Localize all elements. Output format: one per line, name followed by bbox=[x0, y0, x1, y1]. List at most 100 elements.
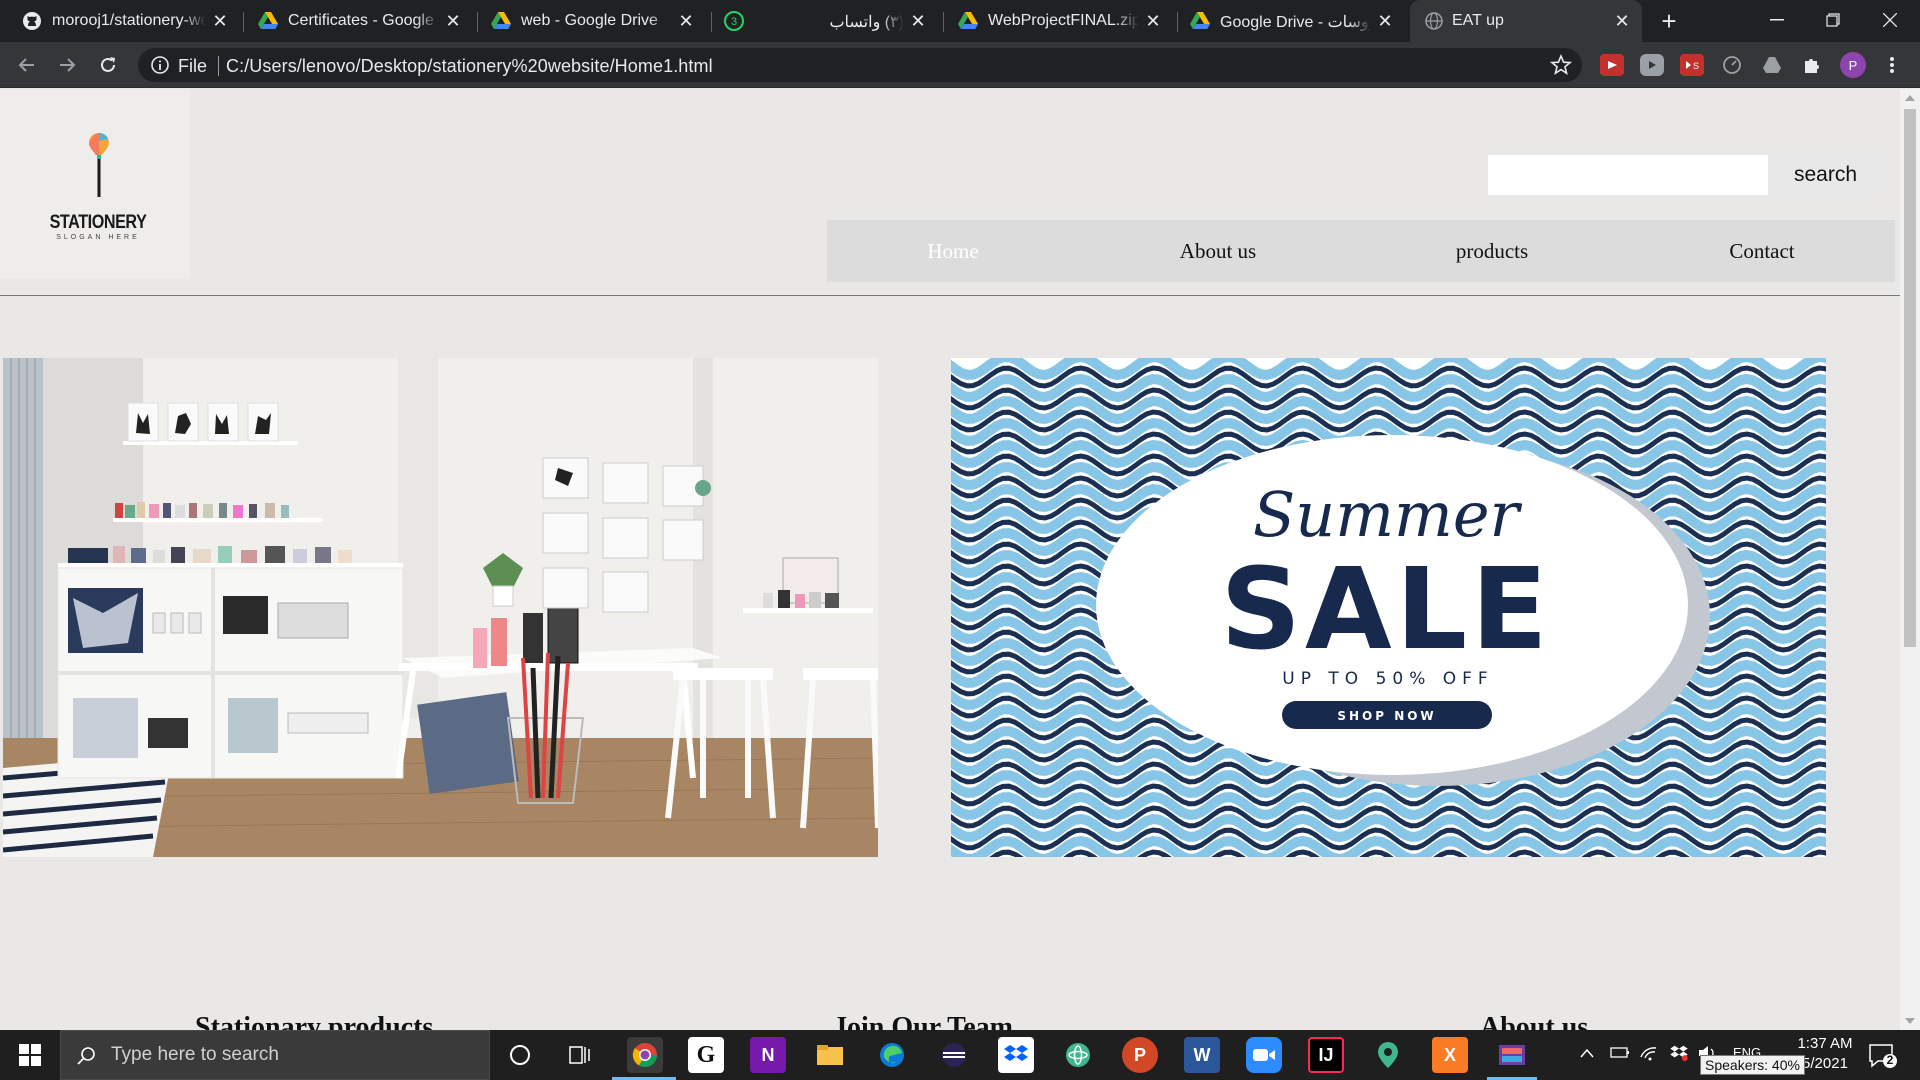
site-logo[interactable]: STATIONERY SLOGAN HERE bbox=[0, 89, 190, 279]
footer-heading-products: Stationary products bbox=[195, 1012, 434, 1030]
logo-name: STATIONERY bbox=[49, 212, 147, 233]
speed-extension-icon[interactable] bbox=[1720, 54, 1744, 76]
footer-heading-join: Join Our Team bbox=[833, 1012, 1013, 1030]
browser-tab[interactable]: morooj1/stationery-website ✕ bbox=[22, 0, 240, 42]
dropbox-tray-icon[interactable] bbox=[1670, 1045, 1688, 1064]
address-bar[interactable]: File C:/Users/lenovo/Desktop/stationery%… bbox=[138, 48, 1582, 82]
minimize-button[interactable] bbox=[1749, 0, 1805, 40]
tab-title: Certificates - Google Drive bbox=[288, 12, 439, 29]
eclipse-icon[interactable] bbox=[936, 1037, 972, 1073]
scroll-up-arrow-icon[interactable] bbox=[1905, 95, 1915, 101]
google-drive-icon bbox=[958, 11, 978, 31]
tab-close-icon[interactable]: ✕ bbox=[908, 11, 928, 31]
onenote-icon[interactable]: N bbox=[750, 1037, 786, 1073]
scroll-down-arrow-icon[interactable] bbox=[1905, 1018, 1915, 1024]
image-viewer-icon[interactable] bbox=[1494, 1037, 1530, 1073]
bookmark-star-icon[interactable] bbox=[1549, 53, 1573, 76]
nav-about-us[interactable]: About us bbox=[1118, 220, 1318, 282]
dropbox-icon[interactable] bbox=[998, 1037, 1034, 1073]
chrome-menu-icon[interactable] bbox=[1880, 54, 1904, 76]
address-url[interactable]: C:/Users/lenovo/Desktop/stationery%20web… bbox=[226, 56, 713, 77]
battery-icon[interactable] bbox=[1610, 1045, 1630, 1062]
tab-title: web - Google Drive bbox=[521, 12, 658, 29]
chrome-icon[interactable] bbox=[627, 1037, 663, 1073]
tab-close-icon[interactable]: ✕ bbox=[676, 11, 696, 31]
site-info-icon[interactable] bbox=[150, 55, 170, 75]
whatsapp-badge: 3 bbox=[731, 16, 737, 28]
google-drive-icon bbox=[1190, 11, 1210, 31]
extensions-puzzle-icon[interactable] bbox=[1800, 54, 1824, 76]
nav-home[interactable]: Home bbox=[853, 220, 1053, 282]
task-view-icon[interactable] bbox=[562, 1037, 598, 1073]
maps-pin-icon[interactable] bbox=[1370, 1037, 1406, 1073]
tab-title: WebProjectFINAL.zip - Google Drive bbox=[988, 12, 1139, 29]
store-photo bbox=[3, 358, 878, 857]
profile-avatar[interactable]: P bbox=[1840, 52, 1866, 78]
intellij-icon[interactable]: IJ bbox=[1308, 1037, 1344, 1073]
screenshot-extension-icon[interactable]: S bbox=[1680, 54, 1704, 76]
shop-now-label: SHOP NOW bbox=[1337, 709, 1436, 723]
tab-close-icon[interactable]: ✕ bbox=[443, 11, 463, 31]
atom-icon[interactable] bbox=[1060, 1037, 1096, 1073]
page-scrollbar[interactable] bbox=[1900, 89, 1920, 1030]
footer-heading-about: About us bbox=[1480, 1012, 1589, 1030]
tab-close-icon[interactable]: ✕ bbox=[1375, 11, 1395, 31]
logo-slogan: SLOGAN HERE bbox=[56, 234, 140, 241]
tab-title: (٣) واتساب bbox=[829, 14, 904, 31]
speaker-volume-tooltip: Speakers: 40% bbox=[1700, 1055, 1805, 1075]
tab-separator bbox=[477, 12, 478, 32]
video-extension-icon[interactable] bbox=[1640, 54, 1664, 76]
taskbar-search-box[interactable]: Type here to search bbox=[60, 1030, 490, 1080]
search-button[interactable]: search bbox=[1769, 155, 1882, 195]
action-center-icon[interactable]: 2 bbox=[1868, 1043, 1898, 1069]
tab-close-icon[interactable]: ✕ bbox=[1612, 11, 1632, 31]
xampp-icon[interactable]: X bbox=[1432, 1037, 1468, 1073]
tab-separator bbox=[243, 12, 244, 32]
browser-tab[interactable]: web - Google Drive ✕ bbox=[491, 0, 706, 42]
close-window-button[interactable] bbox=[1862, 0, 1918, 40]
grammarly-icon[interactable]: G bbox=[688, 1037, 724, 1073]
search-input[interactable] bbox=[1488, 155, 1768, 195]
tab-title: Google Drive - عروسات bbox=[1220, 14, 1371, 31]
browser-tab-strip: morooj1/stationery-website ✕ Certificate… bbox=[0, 0, 1920, 42]
word-icon[interactable]: W bbox=[1184, 1037, 1220, 1073]
edge-icon[interactable] bbox=[874, 1037, 910, 1073]
youtube-extension-icon[interactable] bbox=[1600, 54, 1624, 76]
nav-products[interactable]: products bbox=[1392, 220, 1592, 282]
google-drive-icon bbox=[258, 11, 278, 31]
globe-icon bbox=[1424, 11, 1444, 31]
zoom-icon[interactable] bbox=[1246, 1037, 1282, 1073]
browser-tab-active[interactable]: EAT up ✕ bbox=[1410, 0, 1642, 42]
file-explorer-icon[interactable] bbox=[812, 1037, 848, 1073]
taskbar-search-placeholder: Type here to search bbox=[111, 1044, 279, 1065]
drive-extension-icon[interactable] bbox=[1760, 54, 1784, 76]
tab-close-icon[interactable]: ✕ bbox=[210, 11, 230, 31]
browser-tab[interactable]: 3 (٣) واتساب ✕ bbox=[724, 0, 938, 42]
browser-tab[interactable]: WebProjectFINAL.zip - Google Drive ✕ bbox=[958, 0, 1173, 42]
powerpoint-icon[interactable]: P bbox=[1122, 1037, 1158, 1073]
windows-start-icon[interactable] bbox=[0, 1030, 60, 1080]
tab-title: morooj1/stationery-website bbox=[52, 12, 206, 29]
summer-sale-banner[interactable]: Summer SALE UP TO 50% OFF SHOP NOW bbox=[951, 358, 1826, 857]
tab-separator bbox=[711, 12, 712, 32]
tab-separator bbox=[943, 12, 944, 32]
restore-button[interactable] bbox=[1805, 0, 1861, 40]
wifi-icon[interactable] bbox=[1640, 1045, 1658, 1064]
tray-overflow-icon[interactable] bbox=[1580, 1045, 1594, 1061]
google-drive-icon bbox=[491, 11, 511, 31]
tab-close-icon[interactable]: ✕ bbox=[1143, 11, 1163, 31]
browser-toolbar: File C:/Users/lenovo/Desktop/stationery%… bbox=[0, 42, 1920, 88]
reload-button[interactable] bbox=[93, 50, 123, 80]
notification-count: 2 bbox=[1886, 1053, 1894, 1067]
github-icon bbox=[22, 11, 42, 31]
address-divider bbox=[218, 56, 219, 76]
forward-button[interactable] bbox=[52, 50, 82, 80]
nav-contact[interactable]: Contact bbox=[1662, 220, 1862, 282]
header-divider bbox=[0, 295, 1900, 296]
cortana-icon[interactable] bbox=[502, 1037, 538, 1073]
scroll-thumb[interactable] bbox=[1904, 109, 1916, 647]
browser-tab[interactable]: Google Drive - عروسات ✕ bbox=[1190, 0, 1405, 42]
new-tab-button[interactable]: + bbox=[1655, 8, 1683, 36]
back-button[interactable] bbox=[12, 50, 42, 80]
browser-tab[interactable]: Certificates - Google Drive ✕ bbox=[258, 0, 473, 42]
